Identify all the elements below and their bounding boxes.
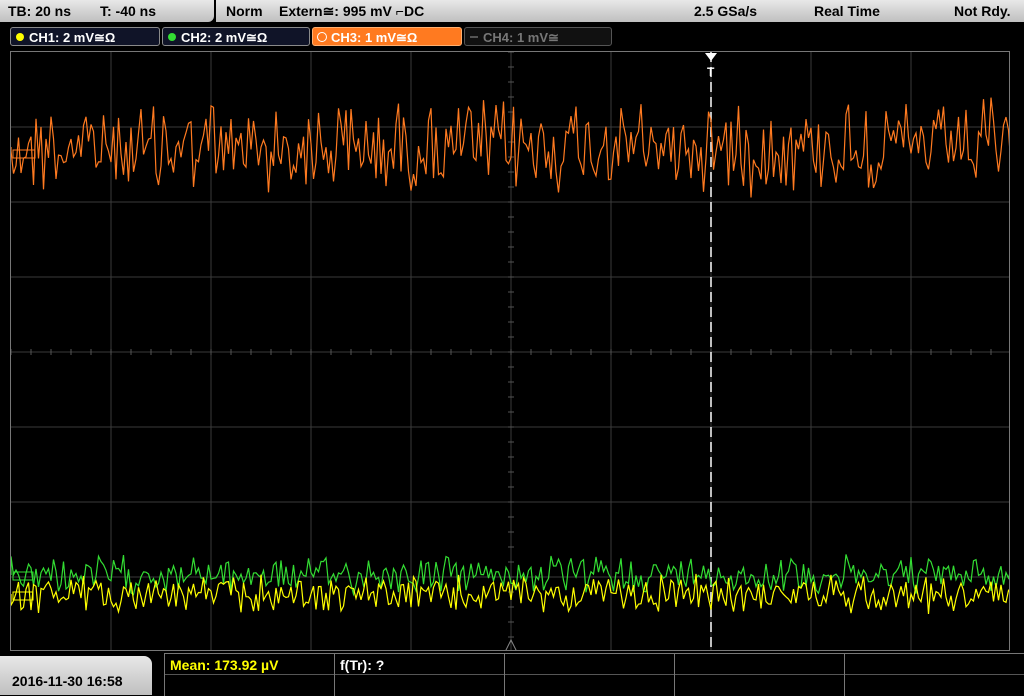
- timebase-box[interactable]: TB: 20 ns T: -40 ns: [0, 0, 214, 22]
- measurement-cell-4[interactable]: [674, 654, 844, 696]
- channel-3-dot-icon: [317, 32, 327, 42]
- channel-1-tab[interactable]: CH1: 2 mV≅Ω: [10, 27, 160, 46]
- channel-1-dot-icon: [16, 33, 24, 41]
- channel-tabs: CH1: 2 mV≅Ω CH2: 2 mV≅Ω CH3: 1 mV≅Ω CH4:…: [0, 26, 1024, 48]
- top-status-area: TB: 20 ns T: -40 ns Norm Extern≅: 995 mV…: [0, 0, 1024, 24]
- trigger-source: Extern≅: 995 mV ⌐DC: [279, 3, 425, 19]
- run-state: Not Rdy.: [954, 3, 1011, 19]
- channel-3-tab[interactable]: CH3: 1 mV≅Ω: [312, 27, 462, 46]
- waveform-display[interactable]: [10, 51, 1010, 651]
- channel-2-label: CH2: 2 mV≅Ω: [181, 30, 268, 45]
- channel-1-label: CH1: 2 mV≅Ω: [29, 30, 116, 45]
- mean-measurement: Mean: 173.92 µV: [170, 657, 279, 673]
- sample-rate: 2.5 GSa/s: [694, 3, 758, 19]
- trigger-offset-label: T: -40 ns: [100, 3, 157, 19]
- channel-2-dot-icon: [168, 33, 176, 41]
- trigger-mode: Norm: [226, 3, 263, 19]
- datetime-box: 2016-11-30 16:58: [0, 656, 152, 695]
- measurement-cell-3[interactable]: [504, 654, 674, 696]
- channel-2-level-marker: [12, 571, 34, 581]
- timebase-label: TB: 20 ns: [8, 3, 72, 19]
- datetime-label: 2016-11-30 16:58: [12, 673, 123, 689]
- measurement-panel[interactable]: Mean: 173.92 µV f(Tr): ?: [164, 653, 1024, 696]
- trigger-frequency-measurement: f(Tr): ?: [340, 657, 385, 673]
- acquisition-status-bar[interactable]: Norm Extern≅: 995 mV ⌐DC 2.5 GSa/s Real …: [216, 0, 1024, 22]
- acquisition-mode: Real Time: [814, 3, 880, 19]
- waveform-svg: [11, 52, 1009, 650]
- channel-2-tab[interactable]: CH2: 2 mV≅Ω: [162, 27, 310, 46]
- channel-4-tab[interactable]: CH4: 1 mV≅: [464, 27, 612, 46]
- channel-4-label: CH4: 1 mV≅: [483, 30, 559, 45]
- channel-4-dash-icon: [470, 36, 478, 38]
- channel-3-label: CH3: 1 mV≅Ω: [331, 30, 418, 45]
- measurement-cell-5[interactable]: [844, 654, 1024, 696]
